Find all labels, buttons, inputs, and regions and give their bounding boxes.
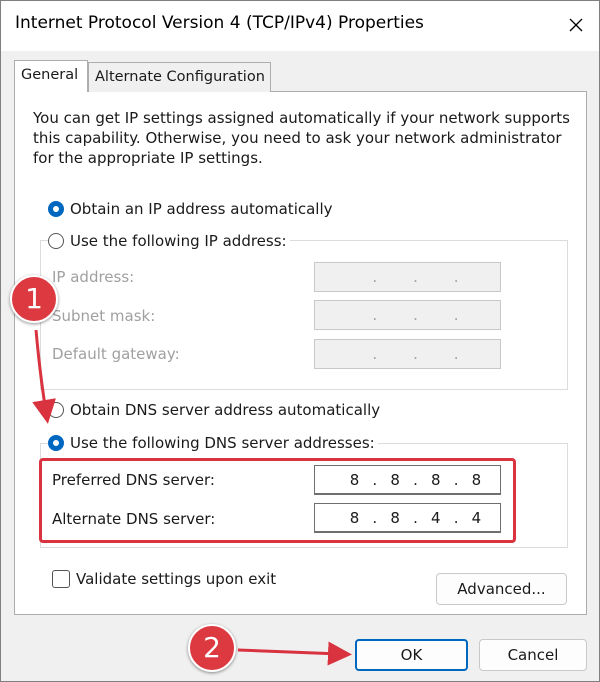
ip-address-label: IP address:: [52, 268, 135, 286]
tab-general[interactable]: General: [14, 60, 88, 92]
radio-selected-indicator: [48, 435, 64, 451]
octet-separator: .: [372, 345, 378, 363]
radio-obtain-ip-auto[interactable]: Obtain an IP address automatically: [48, 200, 333, 218]
radio-obtain-dns-auto-label: Obtain DNS server address automatically: [70, 401, 381, 419]
default-gateway-field[interactable]: . . .: [314, 339, 501, 369]
default-gateway-label: Default gateway:: [52, 345, 180, 363]
close-icon: [569, 18, 583, 32]
validate-settings-checkbox[interactable]: Validate settings upon exit: [52, 570, 276, 588]
close-button[interactable]: [553, 1, 599, 51]
radio-use-following-ip[interactable]: Use the following IP address:: [48, 232, 290, 250]
octet-separator: .: [453, 268, 459, 286]
tab-alternate-configuration[interactable]: Alternate Configuration: [88, 62, 271, 92]
radio-indicator: [48, 402, 64, 418]
radio-indicator: [48, 233, 64, 249]
window-title: Internet Protocol Version 4 (TCP/IPv4) P…: [15, 13, 424, 33]
intro-text: You can get IP settings assigned automat…: [33, 109, 570, 167]
dns-highlight-box: [39, 458, 516, 543]
subnet-mask-label: Subnet mask:: [52, 307, 156, 325]
octet-separator: .: [372, 268, 378, 286]
ip-address-field[interactable]: . . .: [314, 262, 501, 292]
radio-use-following-dns[interactable]: Use the following DNS server addresses:: [48, 434, 378, 452]
radio-use-following-ip-label: Use the following IP address:: [70, 232, 287, 250]
octet-separator: .: [413, 306, 418, 324]
advanced-button[interactable]: Advanced...: [436, 573, 567, 605]
octet-separator: .: [453, 345, 459, 363]
radio-obtain-dns-auto[interactable]: Obtain DNS server address automatically: [48, 401, 380, 419]
octet-separator: .: [453, 306, 459, 324]
octet-separator: .: [413, 345, 418, 363]
checkbox-box: [52, 570, 70, 588]
subnet-mask-field[interactable]: . . .: [314, 300, 501, 330]
step-1-badge: 1: [10, 275, 58, 323]
radio-selected-indicator: [48, 201, 64, 217]
radio-use-following-dns-label: Use the following DNS server addresses:: [70, 434, 375, 452]
radio-obtain-ip-auto-label: Obtain an IP address automatically: [70, 200, 333, 218]
cancel-button[interactable]: Cancel: [479, 639, 587, 671]
octet-separator: .: [413, 268, 418, 286]
validate-settings-label: Validate settings upon exit: [76, 570, 277, 588]
ok-button[interactable]: OK: [355, 639, 468, 671]
octet-separator: .: [372, 306, 378, 324]
title-bar: Internet Protocol Version 4 (TCP/IPv4) P…: [1, 1, 599, 51]
step-2-badge: 2: [188, 624, 236, 672]
